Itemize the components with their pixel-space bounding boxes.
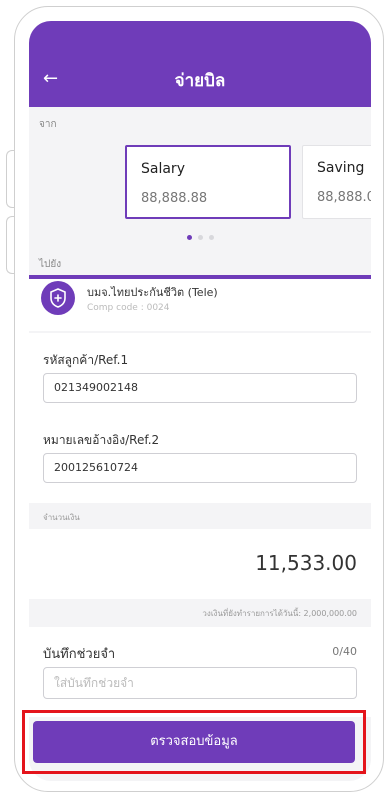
- daily-limit-text: วงเงินที่ยังทำรายการได้วันนี้: 2,000,000…: [202, 609, 357, 618]
- screen: ← จ่ายบิล จาก Salary 88,888.88 Saving 88…: [29, 21, 371, 781]
- account-card-saving[interactable]: Saving 88,888.08: [302, 145, 371, 219]
- page-dot: [208, 235, 214, 240]
- ref1-field[interactable]: 021349002148: [43, 373, 357, 403]
- account-name: Saving: [317, 160, 365, 176]
- page-title: จ่ายบิล: [174, 71, 226, 91]
- to-label: ไปยัง: [39, 259, 62, 270]
- page-dot-active: [186, 235, 192, 240]
- biller-code: Comp code : 0024: [87, 303, 170, 313]
- amount-input[interactable]: 11,533.00: [29, 529, 371, 599]
- from-label: จาก: [39, 119, 57, 130]
- note-section: บันทึกช่วยจำ 0/40 ใส่บันทึกช่วยจำ: [29, 627, 371, 717]
- ref2-field[interactable]: 200125610724: [43, 453, 357, 483]
- shield-plus-icon: [41, 281, 75, 315]
- page-dot: [197, 235, 203, 240]
- reference-section: รหัสลูกค้า/Ref.1 021349002148 หมายเลขอ้า…: [29, 333, 371, 503]
- biller-name: บมจ.ไทยประกันชีวิต (Tele): [87, 286, 218, 299]
- amount-value: 11,533.00: [255, 551, 357, 575]
- highlight-box: ตรวจสอบข้อมูล: [22, 710, 366, 774]
- account-carousel[interactable]: Salary 88,888.88 Saving 88,888.08: [29, 131, 371, 225]
- biller-row[interactable]: บมจ.ไทยประกันชีวิต (Tele) Comp code : 00…: [29, 279, 371, 331]
- app-bar: ← จ่ายบิล: [29, 21, 371, 107]
- amount-label: จำนวนเงิน: [43, 513, 80, 522]
- account-balance: 88,888.88: [141, 191, 208, 206]
- note-label: บันทึกช่วยจำ: [43, 647, 116, 662]
- note-counter: 0/40: [332, 645, 357, 658]
- account-balance: 88,888.08: [317, 190, 371, 205]
- account-name: Salary: [141, 161, 185, 177]
- phone-frame: ← จ่ายบิล จาก Salary 88,888.88 Saving 88…: [14, 6, 384, 792]
- review-button[interactable]: ตรวจสอบข้อมูล: [33, 721, 355, 763]
- page-indicator: [29, 235, 371, 240]
- ref1-label: รหัสลูกค้า/Ref.1: [43, 353, 129, 367]
- note-input[interactable]: ใส่บันทึกช่วยจำ: [43, 667, 357, 699]
- ref2-label: หมายเลขอ้างอิง/Ref.2: [43, 433, 160, 447]
- account-card-salary[interactable]: Salary 88,888.88: [125, 145, 291, 219]
